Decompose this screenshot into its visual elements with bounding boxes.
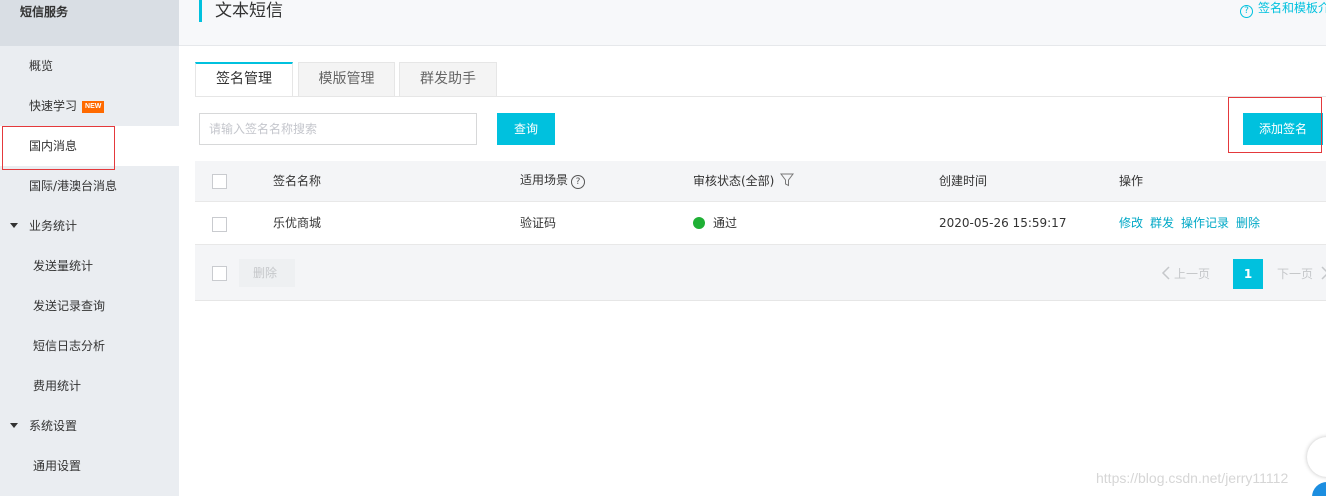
signature-scene: 验证码 <box>520 216 557 230</box>
tab-signature-management[interactable]: 签名管理 <box>195 62 293 97</box>
sidebar-item-label: 短信日志分析 <box>33 339 106 353</box>
sidebar-item-send-records[interactable]: 发送记录查询 <box>0 286 179 326</box>
floating-chat-button[interactable] <box>1307 437 1326 477</box>
column-header-name: 签名名称 <box>273 174 322 188</box>
edit-link[interactable]: 修改 <box>1119 216 1143 230</box>
sidebar-group-label: 系统设置 <box>29 419 78 433</box>
column-header-scene-label: 适用场景 <box>520 173 569 187</box>
tab-divider <box>195 96 1326 97</box>
row-checkbox[interactable] <box>212 217 227 232</box>
operation-log-link[interactable]: 操作记录 <box>1181 216 1229 230</box>
tab-label: 群发助手 <box>420 71 476 87</box>
title-accent-bar <box>199 0 202 22</box>
sidebar-header: 短信服务 <box>0 0 179 46</box>
row-actions: 修改 群发 操作记录 删除 <box>1119 215 1267 231</box>
highlight-box-add-signature <box>1228 97 1322 153</box>
caret-down-icon <box>10 423 18 428</box>
review-status: 通过 <box>693 215 737 231</box>
help-link[interactable]: ? 签名和模板介 <box>1240 0 1326 18</box>
table-row: 乐优商城 验证码 通过 2020-05-26 15:59:17 修改 群发 操作记录… <box>195 202 1326 245</box>
chevron-left-icon <box>1161 266 1170 280</box>
column-header-status[interactable]: 审核状态(全部) <box>693 173 795 189</box>
sidebar-item-send-volume[interactable]: 发送量统计 <box>0 246 179 286</box>
sidebar-item-international-messages[interactable]: 国际/港澳台消息 <box>0 166 179 206</box>
pager-next-button[interactable]: 下一页 <box>1277 259 1326 289</box>
sidebar-item-cost-stats[interactable]: 费用统计 <box>0 366 179 406</box>
query-button[interactable]: 查询 <box>497 113 555 145</box>
signature-search-input[interactable] <box>199 113 477 145</box>
column-header-status-label: 审核状态(全部) <box>693 174 775 188</box>
new-badge: NEW <box>82 100 105 113</box>
question-circle-icon[interactable]: ? <box>571 175 586 189</box>
watermark: https://blog.csdn.net/jerry11112 <box>1096 470 1289 486</box>
sidebar-item-general-settings[interactable]: 通用设置 <box>0 446 179 486</box>
batch-delete-button[interactable]: 删除 <box>239 259 295 287</box>
caret-down-icon <box>10 223 18 228</box>
column-header-created: 创建时间 <box>939 174 988 188</box>
sidebar-item-label: 通用设置 <box>33 459 82 473</box>
pager-next-label: 下一页 <box>1277 267 1314 281</box>
tab-bulk-send-assistant[interactable]: 群发助手 <box>399 62 497 97</box>
sidebar-item-label: 发送记录查询 <box>33 299 106 313</box>
pager-current-page[interactable]: 1 <box>1233 259 1263 289</box>
sidebar-item-label: 快速学习 <box>29 99 78 113</box>
footer-select-all-checkbox[interactable] <box>212 266 227 281</box>
sidebar-item-quick-learn[interactable]: 快速学习 NEW <box>0 86 179 126</box>
highlight-box-domestic <box>2 126 115 170</box>
tab-template-management[interactable]: 模版管理 <box>298 62 395 97</box>
sidebar-item-label: 发送量统计 <box>33 259 94 273</box>
chevron-right-icon <box>1321 266 1326 280</box>
sidebar-item-label: 概览 <box>29 59 54 73</box>
table-header: 签名名称 适用场景? 审核状态(全部) 创建时间 操作 <box>195 161 1326 202</box>
sidebar-item-overview[interactable]: 概览 <box>0 46 179 86</box>
pager-prev-label: 上一页 <box>1174 267 1211 281</box>
column-header-scene: 适用场景? <box>520 172 586 189</box>
sidebar: 短信服务 概览 快速学习 NEW 国内消息 国际/港澳台消息 业务统计 发送量统计… <box>0 0 179 496</box>
sidebar-group-system-settings[interactable]: 系统设置 <box>0 406 179 446</box>
sidebar-item-label: 国际/港澳台消息 <box>29 179 118 193</box>
page-title: 文本短信 <box>215 1 283 21</box>
sidebar-group-business-stats[interactable]: 业务统计 <box>0 206 179 246</box>
sidebar-group-label: 业务统计 <box>29 219 78 233</box>
tab-label: 签名管理 <box>216 71 272 87</box>
bulk-send-link[interactable]: 群发 <box>1150 216 1174 230</box>
filter-funnel-icon[interactable] <box>780 173 795 187</box>
column-header-actions: 操作 <box>1119 174 1144 188</box>
help-link-label: 签名和模板介 <box>1258 1 1326 15</box>
status-ok-dot-icon <box>693 217 705 229</box>
delete-link[interactable]: 删除 <box>1236 216 1260 230</box>
pager-prev-button[interactable]: 上一页 <box>1161 259 1227 289</box>
signature-name: 乐优商城 <box>273 216 322 230</box>
question-circle-icon: ? <box>1240 5 1253 18</box>
sidebar-item-label: 费用统计 <box>33 379 82 393</box>
review-status-label: 通过 <box>713 216 738 230</box>
tab-label: 模版管理 <box>318 71 375 87</box>
created-time: 2020-05-26 15:59:17 <box>939 216 1067 230</box>
page-header: 文本短信 ? 签名和模板介 <box>179 0 1326 46</box>
floating-help-button[interactable] <box>1312 482 1326 496</box>
select-all-checkbox[interactable] <box>212 174 227 189</box>
sidebar-item-log-analysis[interactable]: 短信日志分析 <box>0 326 179 366</box>
table-footer: 删除 上一页 1 下一页 <box>195 245 1326 301</box>
